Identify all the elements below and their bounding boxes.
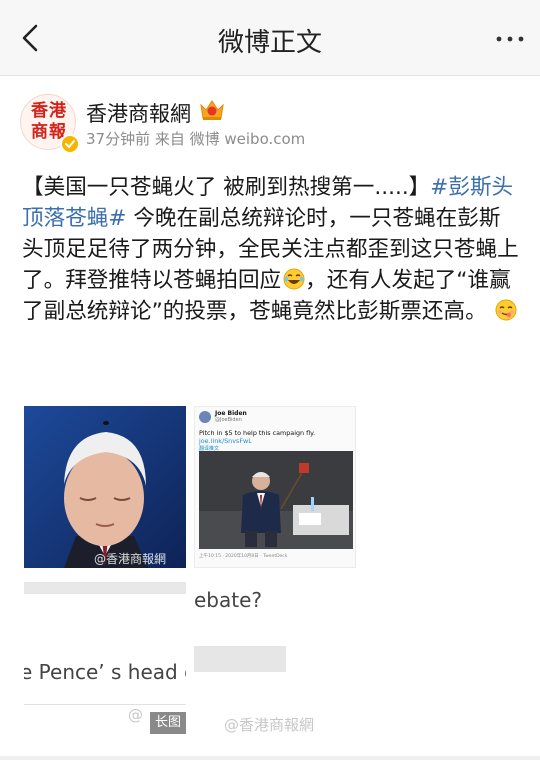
tweet-timestamp: 上午10:15 · 2020年10月8日 · TweetDeck — [199, 554, 288, 559]
verified-badge-icon — [60, 134, 80, 154]
image-fragment-bar — [24, 582, 186, 594]
tweet-body: Pitch in $5 to help this campaign fly. — [199, 429, 316, 437]
author-row: 香港商報 香港商報網 37分钟前 来自 微博 weibo.com — [20, 94, 520, 156]
post-headline: 【美国一只苍蝇火了 被刷到热搜第一.....】 — [22, 175, 431, 200]
more-dots-icon — [496, 36, 524, 42]
post-body: 【美国一只苍蝇火了 被刷到热搜第一.....】#彭斯头顶落苍蝇# 今晚在副总统辩… — [22, 172, 522, 327]
more-button[interactable] — [494, 24, 526, 54]
tweet-author-handle: @JoeBiden — [215, 417, 242, 423]
tweet-text: Pitch in $5 to help this campaign fly. j… — [199, 429, 353, 453]
image-fragment-divider — [24, 704, 186, 705]
tweet-header: Joe Biden @JoeBiden — [199, 410, 353, 425]
image-watermark: @香港商報網 — [94, 552, 167, 566]
yum-emoji-icon — [495, 299, 517, 321]
tweet-author-name: Joe Biden — [215, 410, 247, 417]
post-image-2[interactable]: Joe Biden @JoeBiden Pitch in $5 to help … — [194, 406, 356, 568]
page-title: 微博正文 — [217, 28, 322, 58]
post-image-1[interactable]: @香港商報網 — [24, 406, 186, 568]
image-fragment-box — [194, 646, 286, 672]
tweet-link: joe.link/SnvsFwL — [199, 437, 252, 445]
long-image-badge: 长图 — [150, 712, 186, 734]
vip-member-icon[interactable] — [198, 96, 226, 122]
image-fragment-text: e Pence’ s head o — [24, 660, 186, 684]
tweet-photo — [199, 451, 353, 549]
debate-photo — [24, 406, 186, 568]
section-divider — [0, 756, 540, 760]
top-navigation-bar: 微博正文 — [0, 0, 540, 76]
weibo-watermark: @ — [128, 706, 143, 724]
weibo-watermark: @香港商報網 — [224, 716, 315, 734]
post-meta: 37分钟前 来自 微博 weibo.com — [86, 130, 306, 148]
tweet-avatar — [199, 411, 211, 423]
laughing-emoji-icon — [283, 268, 305, 290]
image-fragment-text: ebate? — [194, 588, 263, 612]
post-image-4[interactable]: ebate? @香港商報網 — [194, 576, 356, 736]
author-name[interactable]: 香港商報網 — [86, 98, 191, 128]
